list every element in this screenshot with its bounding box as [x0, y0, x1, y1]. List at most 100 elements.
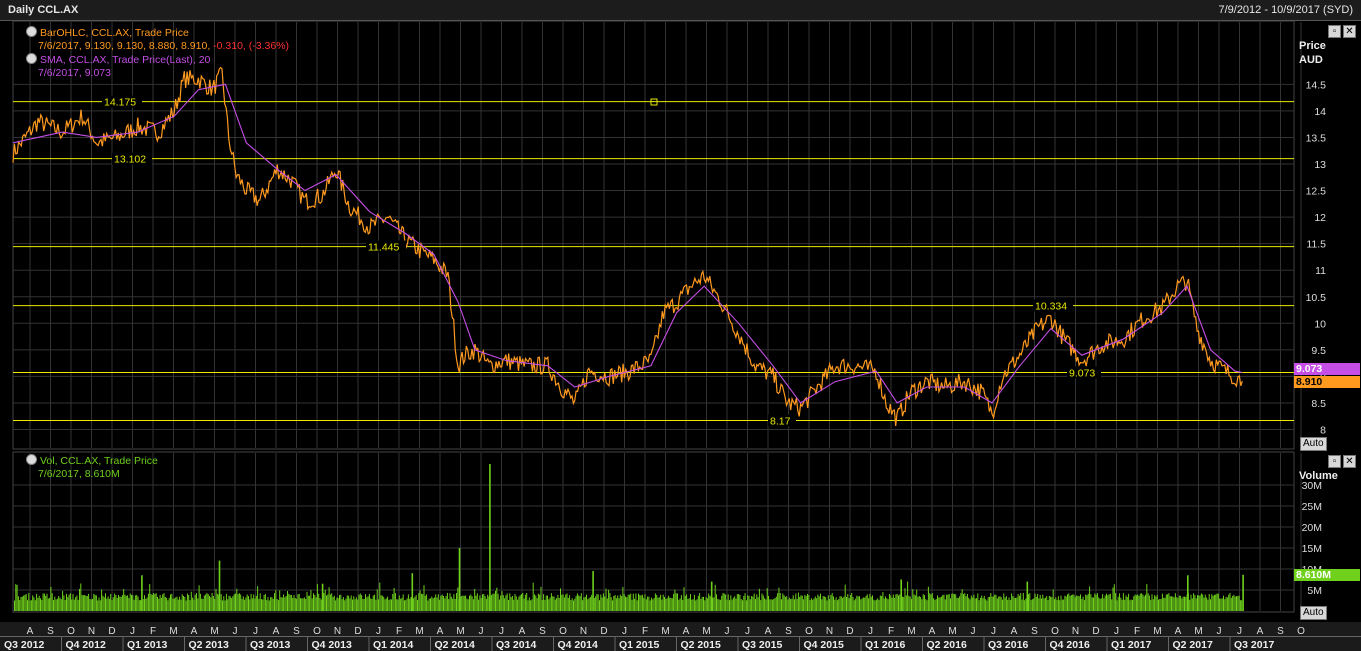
volume-bar — [1224, 599, 1226, 611]
volume-bar — [960, 593, 962, 611]
x-month-label: D — [846, 626, 853, 637]
volume-bar — [522, 593, 524, 611]
volume-bar — [914, 595, 916, 611]
volume-bar — [248, 596, 249, 611]
volume-bar — [552, 596, 554, 611]
volume-bar — [653, 598, 655, 611]
x-quarter-label: Q2 2014 — [435, 639, 475, 651]
volume-bar — [114, 593, 116, 611]
price-auto-scale-button[interactable]: Auto — [1300, 437, 1327, 451]
volume-bar — [913, 594, 915, 611]
volume-bar — [164, 597, 166, 611]
volume-bar — [1095, 594, 1097, 611]
volume-bar — [682, 599, 684, 611]
x-month-label: A — [437, 626, 444, 637]
volume-bar — [679, 598, 681, 611]
restore-pane-button[interactable]: ▫ — [1328, 25, 1341, 38]
volume-bar — [1163, 597, 1165, 611]
volume-bar — [404, 600, 405, 611]
volume-bar — [1169, 596, 1171, 611]
volume-bar — [576, 593, 578, 611]
volume-bar — [1146, 584, 1148, 611]
series-menu-icon[interactable] — [26, 53, 37, 64]
volume-bar — [271, 597, 273, 611]
series-menu-icon[interactable] — [26, 26, 37, 37]
volume-auto-scale-button[interactable]: Auto — [1300, 606, 1327, 620]
volume-bar — [21, 596, 23, 611]
volume-bar — [495, 590, 496, 611]
volume-bar — [131, 594, 132, 611]
volume-bar — [1043, 598, 1045, 611]
volume-bar — [998, 596, 1000, 611]
volume-bar — [1130, 599, 1132, 611]
volume-bar — [483, 593, 485, 611]
volume-bar — [103, 597, 105, 611]
volume-bar — [1115, 593, 1117, 611]
volume-bar — [836, 600, 838, 611]
volume-bar — [42, 593, 44, 611]
price-tick-label: 10.5 — [1306, 292, 1327, 304]
volume-bar — [838, 599, 840, 611]
volume-bar — [207, 594, 209, 611]
volume-bar — [1239, 600, 1241, 611]
x-month-label: D — [1092, 626, 1099, 637]
volume-bar — [732, 597, 734, 611]
close-volume-pane-button[interactable]: ✕ — [1343, 455, 1356, 468]
volume-bar — [1104, 595, 1106, 611]
volume-bar — [180, 599, 182, 611]
volume-bar — [241, 598, 243, 611]
volume-bar — [167, 600, 169, 611]
volume-bar — [1082, 596, 1084, 611]
volume-bar — [881, 596, 883, 611]
volume-bar — [136, 594, 138, 611]
volume-bar — [93, 593, 95, 611]
volume-bar — [1159, 599, 1161, 611]
x-month-label: J — [622, 626, 627, 637]
volume-bar — [313, 593, 314, 611]
x-month-label: J — [479, 626, 484, 637]
volume-bar — [244, 599, 246, 611]
volume-bar — [110, 594, 112, 611]
volume-bar — [417, 600, 418, 611]
volume-bar — [950, 598, 951, 611]
volume-bar — [531, 599, 533, 611]
volume-bar — [764, 598, 766, 611]
volume-bar — [1055, 597, 1057, 611]
x-quarter-label: Q3 2017 — [1234, 639, 1274, 651]
volume-bar — [714, 584, 716, 611]
volume-bar — [978, 600, 980, 611]
volume-bar — [686, 594, 688, 611]
volume-bar — [774, 598, 776, 611]
volume-bar — [888, 594, 890, 611]
volume-bar — [985, 599, 987, 611]
volume-bar — [201, 598, 203, 611]
volume-bar — [1021, 599, 1023, 611]
volume-bar — [245, 597, 247, 611]
horizontal-line-label: 9.073 — [1069, 368, 1095, 380]
volume-legend[interactable]: Vol, CCL.AX, Trade Price 7/6/2017, 8.610… — [26, 454, 158, 481]
volume-bar — [232, 596, 234, 611]
volume-bar — [439, 599, 441, 611]
volume-bar — [842, 597, 844, 611]
volume-bar — [310, 590, 312, 611]
horizontal-line-label: 11.445 — [368, 242, 399, 254]
restore-volume-pane-button[interactable]: ▫ — [1328, 455, 1341, 468]
x-month-label: M — [169, 626, 177, 637]
volume-bar — [508, 600, 509, 611]
volume-bar — [457, 587, 459, 611]
close-pane-button[interactable]: ✕ — [1343, 25, 1356, 38]
volume-bar — [563, 597, 565, 611]
volume-spike-bar — [710, 581, 713, 611]
volume-bar — [1117, 596, 1119, 611]
volume-bar — [289, 594, 291, 611]
volume-bar — [904, 588, 906, 611]
volume-bar — [840, 596, 842, 611]
series-menu-icon[interactable] — [26, 454, 37, 465]
ohlc-legend[interactable]: BarOHLC, CCL.AX, Trade Price 7/6/2017, 9… — [26, 26, 289, 80]
volume-bar — [718, 599, 720, 611]
volume-bar — [216, 593, 218, 611]
volume-bar — [530, 600, 532, 611]
volume-bar — [823, 596, 825, 611]
volume-bar — [348, 595, 350, 611]
volume-bar — [778, 587, 780, 611]
